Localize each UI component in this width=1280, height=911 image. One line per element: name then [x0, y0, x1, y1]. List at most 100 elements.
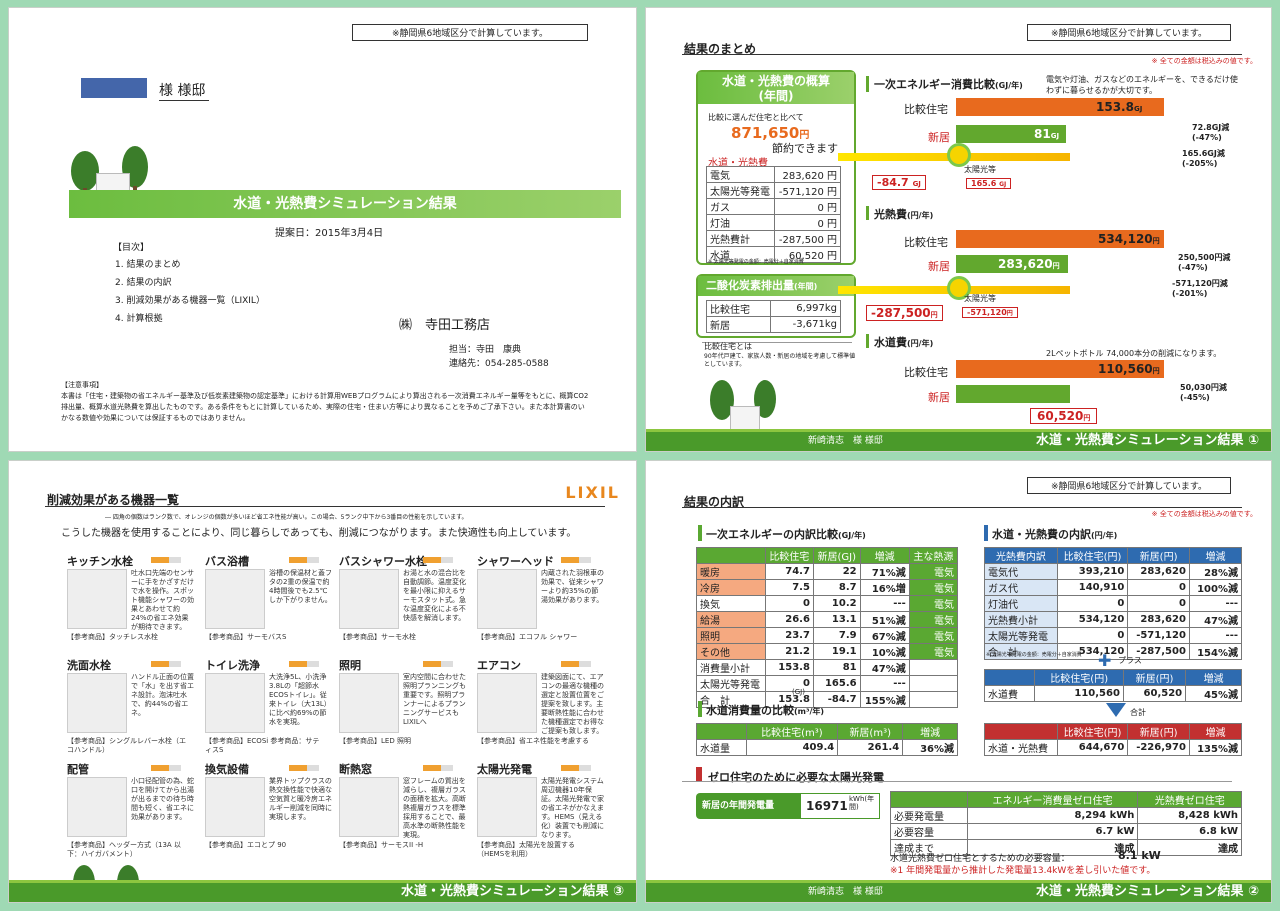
- table-row: 水道費 110,560 60,520 45%減: [983, 685, 1242, 702]
- diff-text: 72.8GJ減: [1192, 123, 1230, 132]
- table-cell: 水道量: [696, 739, 747, 756]
- overview-title-text: 水道・光熱費の概算: [721, 74, 830, 88]
- zero-title: ゼロ住宅のために必要な太陽光発電: [708, 771, 884, 784]
- company-name: ㈱ 寺田工務店: [399, 318, 491, 333]
- table-cell: 393,210: [1056, 563, 1129, 580]
- utility-diff1: 250,500円減 (-47%): [1178, 252, 1230, 272]
- product-desc: 吐水口先端のセンサーに手をかざすだけで水を操作。スポット機能シャワーの効果とあわ…: [131, 569, 194, 631]
- table-header-row: 比較住宅(円) 新居(円) 増減: [983, 669, 1242, 686]
- diff-text: 250,500円減: [1178, 253, 1231, 262]
- table-cell: 0: [1056, 627, 1129, 644]
- product-image: [477, 777, 537, 837]
- table-cell: 13.1: [812, 611, 861, 628]
- water-bar-new: [956, 385, 1070, 403]
- product-title: キッチン水栓: [67, 555, 133, 568]
- product-image: [67, 673, 127, 733]
- product-desc: 業界トップクラスの熱交換性能で快適な空気質と暖冷房エネルギー削減を同時に実現しま…: [269, 777, 332, 821]
- water-unit: (円/年): [907, 339, 934, 348]
- table-header-row: エネルギー消費量ゼロ住宅 光熱費ゼロ住宅: [890, 791, 1242, 808]
- co2-row: 新居 -3,671kg: [705, 316, 841, 333]
- staff-name: 担当：寺田 康典: [449, 345, 522, 355]
- water-new-num: 60,520: [1037, 409, 1084, 423]
- yen-unit: 円: [1083, 414, 1091, 422]
- table-row: 必要容量 6.7 kW 6.8 kW: [890, 823, 1242, 840]
- table-cell: -571,120: [1127, 627, 1190, 644]
- table-cell: 534,120: [1056, 611, 1129, 628]
- product-title: 換気設備: [205, 763, 249, 776]
- table-row: 電気代 393,210 283,620 28%減: [984, 563, 1243, 580]
- table-header: [984, 723, 1058, 740]
- table-row: その他 21.2 19.1 10%減 電気: [696, 643, 959, 660]
- cost-label: 太陽光等発電: [706, 182, 775, 199]
- utility-net-num: -287,500: [871, 306, 931, 320]
- tax-note: ※ 全ての金額は税込みの値です。: [1151, 57, 1257, 65]
- table-cell: 19.1: [812, 643, 861, 660]
- table-cell: 太陽光等発電: [696, 675, 766, 692]
- energy-net: -84.7 GJ: [872, 175, 926, 190]
- yen-unit: 円: [1152, 237, 1160, 245]
- cost-row: ガス 0 円: [706, 198, 842, 215]
- table-cell: 51%減: [859, 611, 910, 628]
- table-row: 太陽光等発電 0 165.6 ---: [696, 675, 959, 692]
- product-ref: 【参考商品】エコとプ 90: [205, 841, 287, 849]
- product-image: [205, 673, 265, 733]
- product-image: [477, 569, 537, 629]
- rank-indicator: [423, 557, 453, 563]
- compare-text: 比較に選んだ住宅と比べて: [708, 113, 804, 122]
- title-text: 水道・光熱費の内訳: [992, 528, 1091, 541]
- table-header: 比較住宅(円): [1056, 547, 1129, 564]
- energy-compare-num: 153.8: [1096, 100, 1134, 114]
- table-cell: 暖房: [696, 563, 766, 580]
- table-cell: 28%減: [1188, 563, 1243, 580]
- water-title: 水道費(円/年): [874, 334, 933, 350]
- accent: [866, 76, 869, 92]
- gen-unit: kWh(年間): [849, 795, 875, 811]
- water-desc: 2Lペットボトル 74,000本分の削減になります。: [1046, 349, 1222, 358]
- energy-value-compare: 153.8GJ: [1096, 100, 1142, 114]
- accent: [698, 525, 702, 541]
- product-desc: 大洗浄5L、小洗浄3.8Lの「超節水ECOSトイレ」。従来トイレ（大13L）に比…: [269, 673, 331, 726]
- table-cell: 電気: [908, 611, 959, 628]
- product-ref: 【参考商品】LED 照明: [339, 737, 411, 745]
- table-cell: 74.7: [764, 563, 814, 580]
- table-cell: 8.7: [812, 579, 861, 596]
- diff-pct: (-47%): [1178, 263, 1208, 272]
- energy-diff2: 165.6GJ減 (-205%): [1182, 148, 1225, 168]
- breakdown-page: ※静岡県6地域区分で計算しています。 結果の内訳 ※ 全ての金額は税込みの値です…: [645, 460, 1272, 903]
- table-cell: 必要発電量: [890, 807, 968, 824]
- table-cell: 154%減: [1188, 643, 1243, 660]
- plus-icon: ✚: [1098, 651, 1112, 670]
- table-cell: 81: [812, 659, 861, 676]
- label-new: 新居: [928, 260, 950, 273]
- cost-row: 灯油 0 円: [706, 214, 842, 231]
- rank-indicator: [151, 661, 181, 667]
- table-header: 光熱費ゼロ住宅: [1137, 791, 1242, 808]
- label-new: 新居: [928, 131, 950, 144]
- product-ref: 【参考商品】サーモスII -H: [339, 841, 424, 849]
- table-cell: 0: [1127, 595, 1190, 612]
- rank-indicator: [151, 557, 181, 563]
- product-image: [205, 569, 265, 629]
- rank-indicator: [289, 661, 319, 667]
- contact-phone: 連絡先：054-285-0588: [449, 359, 549, 369]
- solar-utility: -571,120円: [962, 307, 1018, 318]
- table-row: 冷房 7.5 8.7 16%増 電気: [696, 579, 959, 596]
- table-cell: 45%減: [1185, 685, 1242, 702]
- cost-value: -571,120 円: [773, 182, 842, 199]
- water-value-new: 60,520円: [1030, 408, 1098, 424]
- table-cell: 60,520: [1122, 685, 1187, 702]
- gj-unit: GJ: [912, 180, 921, 188]
- water-diff: 50,030円減 (-45%): [1180, 382, 1227, 402]
- table-cell: 409.4: [745, 739, 839, 756]
- product-desc: 小口径配管の為、蛇口を開けてから出湯が出るまでの待ち時間も短く、省エネに効果があ…: [131, 777, 194, 821]
- utility-unit: (円/年): [907, 211, 934, 220]
- table-row: ガス代 140,910 0 100%減: [984, 579, 1243, 596]
- cost-value: 0 円: [773, 198, 842, 215]
- energy-title-text: 一次エネルギー消費比較: [874, 78, 995, 91]
- utility-value-new: 283,620円: [998, 257, 1060, 271]
- co2-table: 比較住宅 6,997kg 新居 -3,671kg: [705, 300, 841, 333]
- table-cell: 換気: [696, 595, 766, 612]
- diff-pct: (-201%): [1172, 289, 1208, 298]
- table-cell: ---: [1188, 627, 1243, 644]
- rank-indicator: [561, 661, 591, 667]
